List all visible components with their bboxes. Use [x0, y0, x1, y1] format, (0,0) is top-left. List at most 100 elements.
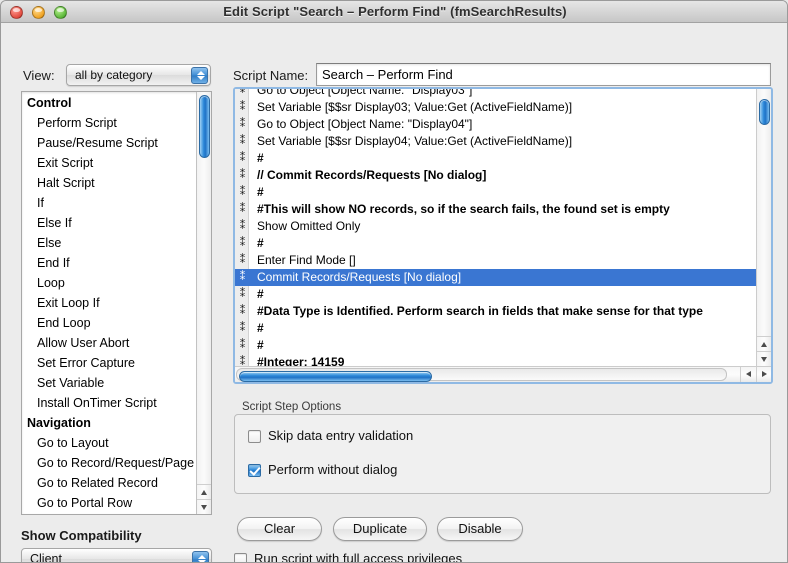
steps-vertical-scrollbar[interactable] — [756, 89, 771, 366]
catalog-item-loop[interactable]: Loop — [22, 274, 197, 294]
script-step-row[interactable]: ⁑ # — [235, 286, 757, 303]
script-step-row[interactable]: ⁑ Go to Object [Object Name: "Display04"] — [235, 116, 757, 133]
drag-handle-icon[interactable]: ⁑ — [238, 151, 247, 165]
catalog-scroll-up-button[interactable] — [197, 484, 211, 499]
drag-handle-icon[interactable]: ⁑ — [238, 253, 247, 267]
script-step-row[interactable]: ⁑ #Data Type is Identified. Perform searc… — [235, 303, 757, 320]
catalog-item-go-to-layout[interactable]: Go to Layout — [22, 434, 197, 454]
script-step-row[interactable]: ⁑ # — [235, 235, 757, 252]
edit-script-window: Edit Script "Search – Perform Find" (fmS… — [0, 0, 788, 563]
script-name-value: Search – Perform Find — [322, 67, 453, 82]
perform-without-dialog-checkbox[interactable] — [248, 464, 261, 477]
drag-handle-icon[interactable]: ⁑ — [238, 270, 247, 284]
script-step-row[interactable]: ⁑ # — [235, 184, 757, 201]
triangle-up-icon — [201, 490, 207, 495]
catalog-item-perform-script[interactable]: Perform Script — [22, 114, 197, 134]
catalog-item-allow-user-abort[interactable]: Allow User Abort — [22, 334, 197, 354]
catalog-item-go-to-portal-row[interactable]: Go to Portal Row — [22, 494, 197, 514]
chevron-updown-icon — [191, 67, 208, 84]
script-step-row[interactable]: ⁑ Set Variable [$$sr Display03; Value:Get… — [235, 99, 757, 116]
script-steps-panel[interactable]: ⁑ Go to Object [Object Name: "Display03"]… — [233, 87, 773, 384]
compatibility-popup-button[interactable]: Client — [21, 548, 212, 563]
catalog-item-set-variable[interactable]: Set Variable — [22, 374, 197, 394]
steps-horizontal-scrollbar-thumb[interactable] — [239, 371, 432, 382]
catalog-item-install-ontimer-script[interactable]: Install OnTimer Script — [22, 394, 197, 414]
compatibility-value: Client — [30, 552, 62, 563]
drag-handle-icon[interactable]: ⁑ — [238, 338, 247, 352]
disable-button[interactable]: Disable — [437, 517, 523, 541]
script-step-catalog[interactable]: Control Perform Script Pause/Resume Script… — [21, 91, 212, 515]
script-step-row[interactable]: ⁑ Show Omitted Only — [235, 218, 757, 235]
steps-scroll-down-button[interactable] — [757, 351, 771, 366]
steps-scroll-right-button[interactable] — [756, 367, 771, 382]
catalog-item-if[interactable]: If — [22, 194, 197, 214]
catalog-item-go-to-record-request-page[interactable]: Go to Record/Request/Page — [22, 454, 197, 474]
script-steps-viewport: ⁑ Go to Object [Object Name: "Display03"]… — [235, 89, 757, 366]
script-name-label: Script Name: — [233, 68, 309, 83]
drag-handle-icon[interactable]: ⁑ — [238, 117, 247, 131]
drag-handle-icon[interactable]: ⁑ — [238, 134, 247, 148]
script-step-text: Show Omitted Only — [257, 219, 361, 233]
drag-handle-icon[interactable]: ⁑ — [238, 287, 247, 301]
script-step-row[interactable]: ⁑ #Integer: 14159 — [235, 354, 757, 366]
script-step-row[interactable]: ⁑ Set Variable [$$sr Display04; Value:Get… — [235, 133, 757, 150]
script-step-row[interactable]: ⁑ Go to Object [Object Name: "Display03"] — [235, 89, 757, 99]
chevron-updown-icon — [192, 551, 209, 562]
catalog-item-else-if[interactable]: Else If — [22, 214, 197, 234]
steps-horizontal-scrollbar[interactable] — [235, 366, 771, 382]
catalog-item-set-error-capture[interactable]: Set Error Capture — [22, 354, 197, 374]
drag-handle-icon[interactable]: ⁑ — [238, 89, 247, 97]
drag-handle-icon[interactable]: ⁑ — [238, 321, 247, 335]
full-access-privileges-checkbox[interactable] — [234, 553, 247, 562]
catalog-item-exit-script[interactable]: Exit Script — [22, 154, 197, 174]
catalog-scrollbar-thumb[interactable] — [199, 95, 210, 158]
steps-scroll-left-button[interactable] — [740, 367, 755, 382]
script-step-options-group — [234, 414, 771, 494]
clear-button[interactable]: Clear — [237, 517, 322, 541]
catalog-item-end-if[interactable]: End If — [22, 254, 197, 274]
script-step-row[interactable]: ⁑ # — [235, 150, 757, 167]
window-content: View: all by category Script Name: Searc… — [1, 23, 787, 563]
full-access-privileges-label: Run script with full access privileges — [254, 551, 463, 563]
drag-handle-icon[interactable]: ⁑ — [238, 304, 247, 318]
triangle-down-icon — [201, 505, 207, 510]
catalog-item-pause-resume-script[interactable]: Pause/Resume Script — [22, 134, 197, 154]
catalog-item-exit-loop-if[interactable]: Exit Loop If — [22, 294, 197, 314]
drag-handle-icon[interactable]: ⁑ — [238, 355, 247, 366]
script-step-text: # — [257, 236, 264, 250]
script-step-row[interactable]: ⁑ #This will show NO records, so if the s… — [235, 201, 757, 218]
catalog-group-header: Navigation — [27, 416, 91, 430]
catalog-item-halt-script[interactable]: Halt Script — [22, 174, 197, 194]
catalog-item-else[interactable]: Else — [22, 234, 197, 254]
catalog-scroll-down-button[interactable] — [197, 499, 211, 514]
script-step-options-title: Script Step Options — [239, 401, 345, 413]
catalog-item-go-to-related-record[interactable]: Go to Related Record — [22, 474, 197, 494]
skip-data-entry-validation-checkbox[interactable] — [248, 430, 261, 443]
drag-handle-icon[interactable]: ⁑ — [238, 219, 247, 233]
triangle-right-icon — [762, 371, 767, 377]
drag-handle-icon[interactable]: ⁑ — [238, 202, 247, 216]
steps-horizontal-scrollbar-track[interactable] — [236, 368, 727, 382]
catalog-item-go-to-object[interactable]: Go to Object — [22, 514, 197, 515]
drag-handle-icon[interactable]: ⁑ — [238, 236, 247, 250]
script-step-row[interactable]: ⁑ // Commit Records/Requests [No dialog] — [235, 167, 757, 184]
steps-scroll-up-button[interactable] — [757, 336, 771, 351]
drag-handle-icon[interactable]: ⁑ — [238, 168, 247, 182]
steps-vertical-scrollbar-thumb[interactable] — [759, 99, 770, 125]
script-step-text: #Integer: 14159 — [257, 355, 345, 366]
show-compatibility-label: Show Compatibility — [21, 528, 142, 543]
script-step-row-selected[interactable]: ⁑ Commit Records/Requests [No dialog] — [235, 269, 757, 286]
catalog-item-end-loop[interactable]: End Loop — [22, 314, 197, 334]
drag-handle-icon[interactable]: ⁑ — [238, 185, 247, 199]
triangle-up-icon — [761, 342, 767, 347]
script-step-row[interactable]: ⁑ # — [235, 337, 757, 354]
script-step-row[interactable]: ⁑ Enter Find Mode [] — [235, 252, 757, 269]
catalog-vertical-scrollbar[interactable] — [196, 92, 211, 514]
drag-handle-icon[interactable]: ⁑ — [238, 100, 247, 114]
script-step-text: Commit Records/Requests [No dialog] — [257, 270, 462, 284]
script-name-input[interactable]: Search – Perform Find — [316, 63, 771, 86]
script-step-row[interactable]: ⁑ # — [235, 320, 757, 337]
duplicate-button[interactable]: Duplicate — [333, 517, 427, 541]
view-popup-value: all by category — [75, 68, 153, 82]
view-popup-button[interactable]: all by category — [66, 64, 211, 86]
